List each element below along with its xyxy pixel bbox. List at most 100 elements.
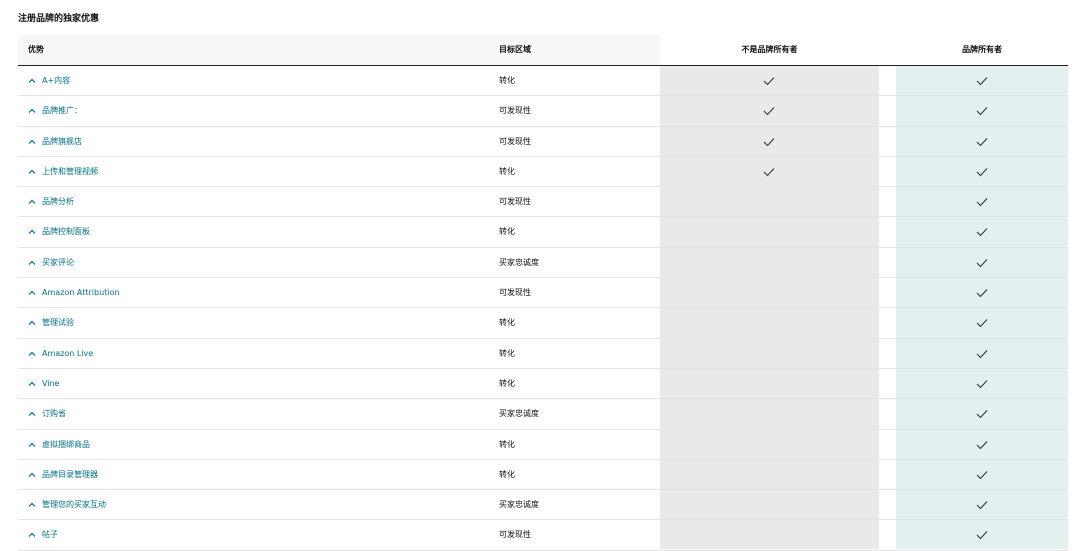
table-row: 品牌分析 可发现性 <box>18 187 1068 218</box>
target-area: 转化 <box>499 166 515 176</box>
owner-checkmark-icon <box>976 501 988 510</box>
benefit-label: 管理您的买家互动 <box>42 500 106 510</box>
chevron-up-icon <box>28 533 36 538</box>
benefit-toggle[interactable]: A+内容 <box>28 66 70 96</box>
owner-checkmark-icon <box>976 168 988 177</box>
non-owner-checkmark-icon <box>763 137 775 146</box>
chevron-up-icon <box>28 411 36 417</box>
target-area: 转化 <box>499 348 515 358</box>
benefit-label: A+内容 <box>42 76 71 85</box>
benefit-toggle[interactable]: 品牌旗舰店 <box>28 127 82 157</box>
benefit-label: Amazon Attribution <box>42 288 120 298</box>
target-area: 可发现性 <box>499 530 531 540</box>
target-area: 转化 <box>499 378 515 388</box>
owner-checkmark-icon <box>976 198 988 207</box>
owner-checkmark-icon <box>976 77 988 86</box>
table-row: 品牌推广： 可发现性 <box>18 96 1068 127</box>
target-area: 买家忠诚度 <box>499 409 539 419</box>
owner-checkmark-icon <box>976 258 988 268</box>
chevron-up-icon <box>28 260 36 265</box>
target-area: 可发现性 <box>499 106 531 116</box>
owner-checkmark-icon <box>976 349 988 358</box>
table-row: 上传和管理视频 转化 <box>18 157 1068 188</box>
table-row: 买家评论 买家忠诚度 <box>18 248 1068 279</box>
chevron-up-icon <box>28 78 36 83</box>
table-row: 品牌旗舰店 可发现性 <box>18 127 1068 157</box>
owner-checkmark-icon <box>976 470 988 480</box>
table-row: Amazon Attribution 可发现性 <box>18 278 1068 309</box>
target-area: 转化 <box>499 318 515 328</box>
table-body: A+内容 转化 品牌推广： 可发现性 品牌旗舰店 可发现性 上传和管理视频 转化 品牌分析 可发现… <box>18 66 1068 551</box>
chevron-up-icon <box>28 199 36 205</box>
benefit-toggle[interactable]: 管理您的买家互动 <box>28 490 106 520</box>
target-area: 买家忠诚度 <box>499 500 539 510</box>
chevron-up-icon <box>28 381 36 386</box>
benefit-label: Amazon Live <box>42 348 94 358</box>
benefit-toggle[interactable]: 管理试验 <box>28 308 74 338</box>
page-title: 注册品牌的独家优惠 <box>18 14 100 24</box>
benefit-toggle[interactable]: Amazon Live <box>28 339 93 369</box>
table-header: 优势 目标区域 不是品牌所有者 品牌所有者 <box>18 35 1068 66</box>
chevron-up-icon <box>28 230 36 235</box>
benefit-toggle[interactable]: 帖子 <box>28 520 58 550</box>
table-row: Vine 转化 <box>18 369 1068 400</box>
target-area: 可发现性 <box>499 136 531 146</box>
benefit-toggle[interactable]: 品牌目录管理器 <box>28 460 98 490</box>
benefits-comparison-table: 优势 目标区域 不是品牌所有者 品牌所有者 A+内容 转化 品牌推广： 可发现性 品牌旗… <box>18 35 1068 551</box>
owner-checkmark-icon <box>976 410 988 419</box>
table-row: Amazon Live 转化 <box>18 339 1068 369</box>
table-row: 订购省 买家忠诚度 <box>18 399 1068 430</box>
target-area: 买家忠诚度 <box>499 257 539 267</box>
owner-checkmark-icon <box>976 319 988 328</box>
benefit-toggle[interactable]: 品牌控制面板 <box>28 217 90 247</box>
benefit-label: 帖子 <box>42 530 58 540</box>
benefit-toggle[interactable]: 品牌推广： <box>28 96 82 126</box>
non-owner-checkmark-icon <box>763 77 775 86</box>
chevron-up-icon <box>28 351 36 356</box>
benefit-toggle[interactable]: Vine <box>28 369 60 399</box>
benefit-label: 品牌推广： <box>42 106 82 116</box>
benefit-label: 买家评论 <box>42 257 74 267</box>
non-owner-checkmark-icon <box>763 107 775 116</box>
table-row: 管理您的买家互动 买家忠诚度 <box>18 490 1068 521</box>
chevron-up-icon <box>28 321 36 326</box>
owner-checkmark-icon <box>976 380 988 389</box>
owner-checkmark-icon <box>976 531 988 540</box>
benefit-label: 品牌控制面板 <box>42 227 90 237</box>
chevron-up-icon <box>28 442 36 447</box>
table-row: 帖子 可发现性 <box>18 520 1068 551</box>
owner-checkmark-icon <box>976 440 988 449</box>
chevron-up-icon <box>28 108 36 114</box>
target-area: 转化 <box>499 469 515 479</box>
benefit-label: 品牌目录管理器 <box>42 469 98 479</box>
owner-checkmark-icon <box>976 228 988 237</box>
chevron-up-icon <box>28 502 36 508</box>
owner-checkmark-icon <box>976 137 988 146</box>
benefit-toggle[interactable]: Amazon Attribution <box>28 278 119 308</box>
target-area: 可发现性 <box>499 288 531 298</box>
benefit-toggle[interactable]: 品牌分析 <box>28 187 74 217</box>
header-background <box>18 35 660 65</box>
benefit-toggle[interactable]: 买家评论 <box>28 248 74 278</box>
benefit-toggle[interactable]: 订购省 <box>28 399 66 429</box>
table-row: 品牌控制面板 转化 <box>18 217 1068 248</box>
table-row: 虚拟捆绑商品 转化 <box>18 430 1068 460</box>
chevron-up-icon <box>28 169 36 174</box>
benefit-label: 虚拟捆绑商品 <box>42 439 90 449</box>
table-row: 品牌目录管理器 转化 <box>18 460 1068 491</box>
benefit-label: 上传和管理视频 <box>42 166 98 176</box>
target-area: 可发现性 <box>499 197 531 207</box>
target-area: 转化 <box>499 439 515 449</box>
table-row: A+内容 转化 <box>18 66 1068 97</box>
owner-checkmark-icon <box>976 289 988 298</box>
benefit-label: Vine <box>42 378 60 388</box>
chevron-up-icon <box>28 139 36 144</box>
benefit-label: 品牌分析 <box>42 197 74 207</box>
benefit-label: 订购省 <box>42 409 66 419</box>
non-owner-checkmark-icon <box>763 168 775 177</box>
benefit-toggle[interactable]: 虚拟捆绑商品 <box>28 430 90 460</box>
header-target-area: 目标区域 <box>499 45 531 54</box>
benefit-label: 管理试验 <box>42 318 74 328</box>
header-benefit: 优势 <box>28 45 44 54</box>
benefit-toggle[interactable]: 上传和管理视频 <box>28 157 98 187</box>
